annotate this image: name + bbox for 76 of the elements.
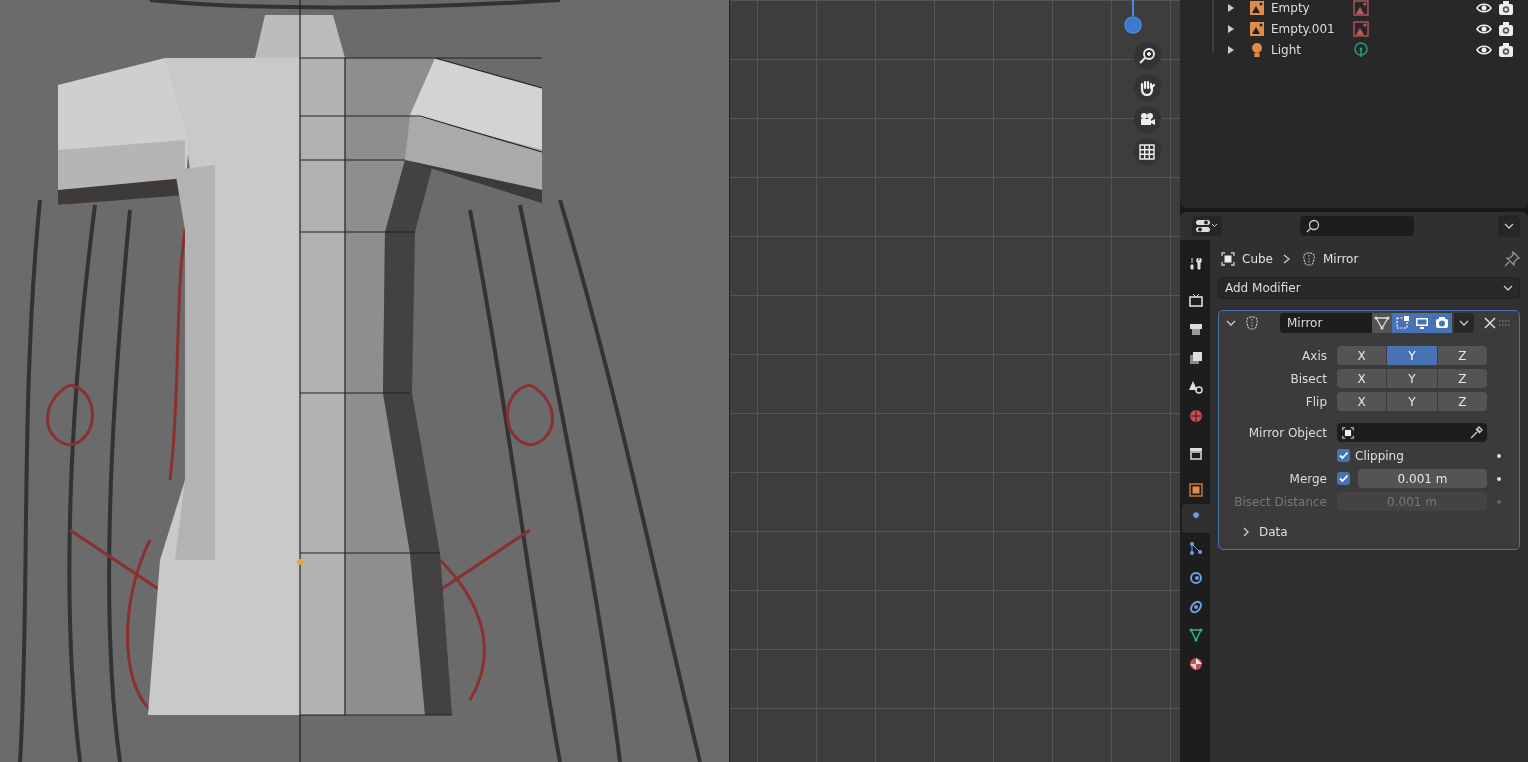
particles-icon[interactable] (1188, 539, 1204, 556)
checkbox[interactable] (1337, 449, 1350, 462)
object-icon[interactable] (1188, 481, 1204, 498)
modifier-tab[interactable] (1182, 504, 1210, 533)
breadcrumb-label: Cube (1242, 252, 1273, 266)
empty-object-icon (1249, 20, 1265, 37)
checkbox-label: Clipping (1355, 448, 1404, 463)
hand-icon[interactable] (1138, 78, 1156, 97)
dropdown-button[interactable] (1498, 215, 1520, 237)
view-layer-icon[interactable] (1188, 349, 1204, 366)
chevron-down-icon[interactable] (1503, 283, 1513, 293)
axis-toggle[interactable]: Y (1387, 392, 1437, 411)
axis-toggle[interactable]: Z (1437, 392, 1487, 411)
drag-handle-icon[interactable] (1498, 319, 1512, 327)
grid-button[interactable] (1133, 138, 1161, 165)
search-icon[interactable] (1306, 219, 1320, 233)
light-data-icon[interactable] (1353, 41, 1369, 58)
axis-gizmo-icon[interactable] (1122, 0, 1144, 36)
field-label: Mirror Object (1247, 425, 1327, 440)
camera-icon[interactable] (1498, 20, 1514, 37)
modifier-name-field[interactable]: Mirror (1280, 313, 1372, 333)
expand-arrow-icon[interactable] (1227, 24, 1235, 33)
breadcrumb-label: Mirror (1323, 252, 1359, 266)
zoom-icon[interactable] (1138, 46, 1156, 65)
field-label: Axis (1301, 348, 1327, 363)
field-label: Flip (1304, 394, 1327, 409)
axis-toggle[interactable]: X (1337, 346, 1387, 365)
expand-arrow-icon[interactable] (1227, 3, 1235, 12)
camera-button[interactable] (1133, 106, 1161, 133)
mirror-icon (1301, 251, 1317, 267)
expand-chevron-icon[interactable] (1241, 527, 1251, 537)
object-field[interactable] (1337, 423, 1487, 442)
material-icon[interactable] (1188, 655, 1204, 672)
axis-toggle[interactable]: Z (1437, 369, 1487, 388)
grid-icon[interactable] (1138, 142, 1156, 161)
checkbox[interactable] (1337, 472, 1350, 485)
camera-icon[interactable] (1498, 0, 1514, 16)
add-modifier-dropdown[interactable]: Add Modifier (1218, 277, 1520, 299)
close-icon[interactable] (1482, 315, 1498, 331)
object-name[interactable]: Empty (1271, 0, 1353, 15)
object-name[interactable]: Empty.001 (1271, 21, 1353, 36)
object-icon (1341, 425, 1355, 440)
search-field[interactable] (1300, 216, 1414, 236)
world-icon[interactable] (1188, 407, 1204, 424)
field-label: Bisect Distance (1233, 494, 1327, 509)
chevron-icon (1283, 254, 1291, 264)
empty-data-icon[interactable] (1353, 20, 1369, 37)
field-label: Bisect (1289, 371, 1327, 386)
data-icon[interactable] (1188, 626, 1204, 643)
keyframe-dot-icon[interactable] (1497, 453, 1501, 458)
pin-icon[interactable] (1504, 251, 1520, 267)
number-field[interactable]: 0.001 m (1358, 469, 1487, 488)
empty-data-icon[interactable] (1353, 0, 1369, 16)
hand-button[interactable] (1133, 74, 1161, 101)
chevron-down-icon[interactable] (1504, 221, 1514, 231)
axis-toggle[interactable]: Y (1387, 346, 1437, 365)
object-icon (1220, 251, 1236, 267)
eyedropper-icon[interactable] (1469, 425, 1483, 440)
mirror-icon (1244, 315, 1260, 331)
axis-toggle[interactable]: X (1337, 369, 1387, 388)
axis-toggle[interactable]: X (1337, 392, 1387, 411)
render-icon[interactable] (1188, 291, 1204, 308)
chevron-down-icon[interactable] (1459, 318, 1469, 328)
light-object-icon (1249, 41, 1265, 58)
object-name[interactable]: Light (1271, 42, 1353, 57)
keyframe-dot-icon[interactable] (1497, 476, 1501, 481)
keyframe-dot-icon[interactable] (1497, 499, 1501, 504)
camera-icon[interactable] (1498, 41, 1514, 58)
field-label: Merge (1288, 471, 1327, 486)
expand-arrow-icon[interactable] (1227, 45, 1235, 54)
modifier-menu-button[interactable] (1454, 313, 1474, 333)
subpanel-title[interactable]: Data (1259, 525, 1288, 539)
collapse-chevron-icon[interactable] (1226, 318, 1236, 328)
zoom-button[interactable] (1133, 42, 1161, 69)
axis-toggle[interactable]: Y (1387, 369, 1437, 388)
axis-toggle[interactable]: Z (1437, 346, 1487, 365)
